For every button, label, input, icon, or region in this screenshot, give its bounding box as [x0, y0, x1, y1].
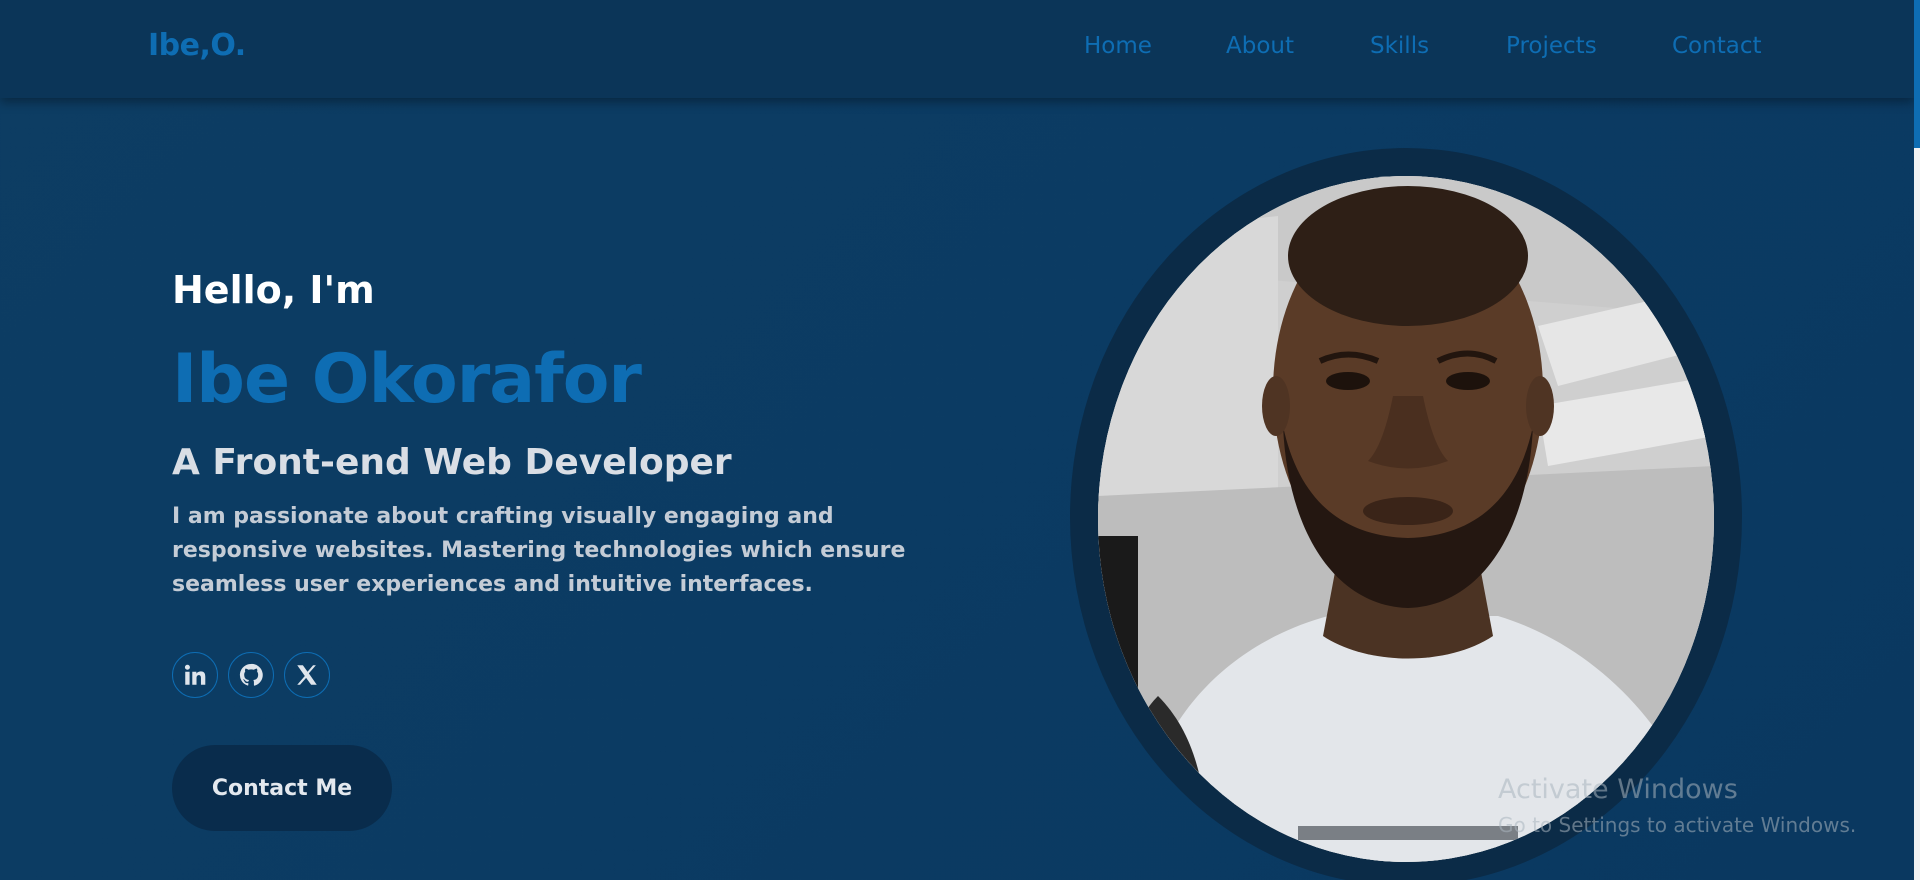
windows-activation-watermark: Activate Windows Go to Settings to activ… — [1498, 774, 1856, 837]
watermark-subtitle: Go to Settings to activate Windows. — [1498, 813, 1857, 837]
hero-name: Ibe Okorafor — [172, 340, 642, 419]
linkedin-icon — [184, 664, 206, 685]
navbar: Ibe,O. Home About Skills Projects Contac… — [0, 0, 1914, 98]
social-links — [172, 652, 330, 698]
github-icon — [239, 663, 263, 686]
site-logo[interactable]: Ibe,O. — [148, 28, 246, 63]
github-link[interactable] — [228, 652, 274, 698]
nav-link-skills[interactable]: Skills — [1370, 33, 1429, 59]
hero-description: I am passionate about crafting visually … — [172, 504, 906, 597]
hero-greeting: Hello, I'm — [172, 268, 375, 312]
nav-link-contact[interactable]: Contact — [1672, 33, 1761, 59]
contact-me-button[interactable]: Contact Me — [172, 745, 392, 831]
portrait-illustration — [1098, 176, 1714, 862]
nav-link-projects[interactable]: Projects — [1506, 33, 1597, 59]
linkedin-link[interactable] — [172, 652, 218, 698]
scrollbar-thumb[interactable] — [1914, 0, 1920, 148]
watermark-title: Activate Windows — [1498, 774, 1738, 805]
nav-link-home[interactable]: Home — [1084, 33, 1152, 59]
profile-photo — [1098, 176, 1714, 862]
nav-link-about[interactable]: About — [1226, 33, 1294, 59]
scrollbar[interactable] — [1914, 0, 1920, 880]
x-link[interactable] — [284, 652, 330, 698]
hero-role: A Front-end Web Developer — [172, 442, 732, 483]
x-icon — [297, 665, 317, 685]
